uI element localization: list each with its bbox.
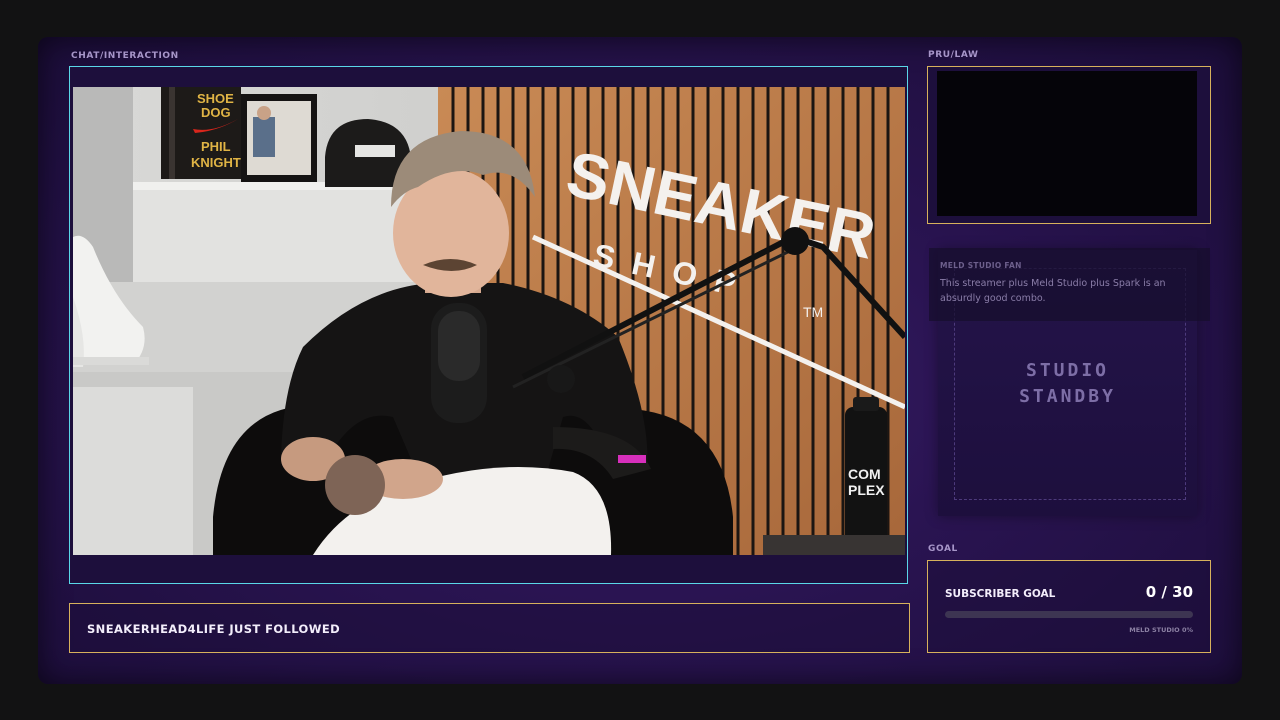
main-video-feed[interactable]: SNEAKER SHOP TM SHOE DOG PHIL KNIGHT COM… <box>69 66 908 584</box>
subscriber-goal-widget: SUBSCRIBER GOAL 0 / 30 MELD STUDIO 0% <box>927 560 1211 653</box>
studio-standby-text: STUDIO STANDBY <box>1019 360 1116 407</box>
pru-law-label: PRU/LAW <box>928 50 979 60</box>
chat-interaction-label: CHAT/INTERACTION <box>71 51 179 61</box>
pru-law-camera-feed <box>937 71 1197 216</box>
follow-alert-text: SNEAKERHEAD4LIFE JUST FOLLOWED <box>87 622 341 636</box>
goal-count: 0 / 30 <box>1145 583 1193 601</box>
book-author-line1: PHIL <box>201 139 231 154</box>
chat-message-text: This streamer plus Meld Studio plus Spar… <box>940 278 1166 304</box>
bottle-text-plex: PLEX <box>848 482 885 498</box>
goal-label: GOAL <box>928 544 958 554</box>
book-title-line2: DOG <box>201 105 231 120</box>
book-author-line2: KNIGHT <box>191 155 241 170</box>
follow-alert-banner: SNEAKERHEAD4LIFE JUST FOLLOWED <box>69 603 910 653</box>
studio-scene: SNEAKER SHOP TM SHOE DOG PHIL KNIGHT COM… <box>73 87 905 555</box>
goal-footer: MELD STUDIO 0% <box>1129 626 1193 634</box>
bottle-text-com: COM <box>848 466 881 482</box>
goal-progress-track <box>945 611 1193 618</box>
wall-tm: TM <box>803 304 823 320</box>
goal-title: SUBSCRIBER GOAL <box>945 588 1056 600</box>
chat-username: MELD STUDIO FAN <box>940 261 1022 270</box>
pru-law-camera-slot[interactable] <box>927 66 1211 224</box>
book-title-line1: SHOE <box>197 91 234 106</box>
chat-message: MELD STUDIO FAN This streamer plus Meld … <box>929 248 1210 321</box>
